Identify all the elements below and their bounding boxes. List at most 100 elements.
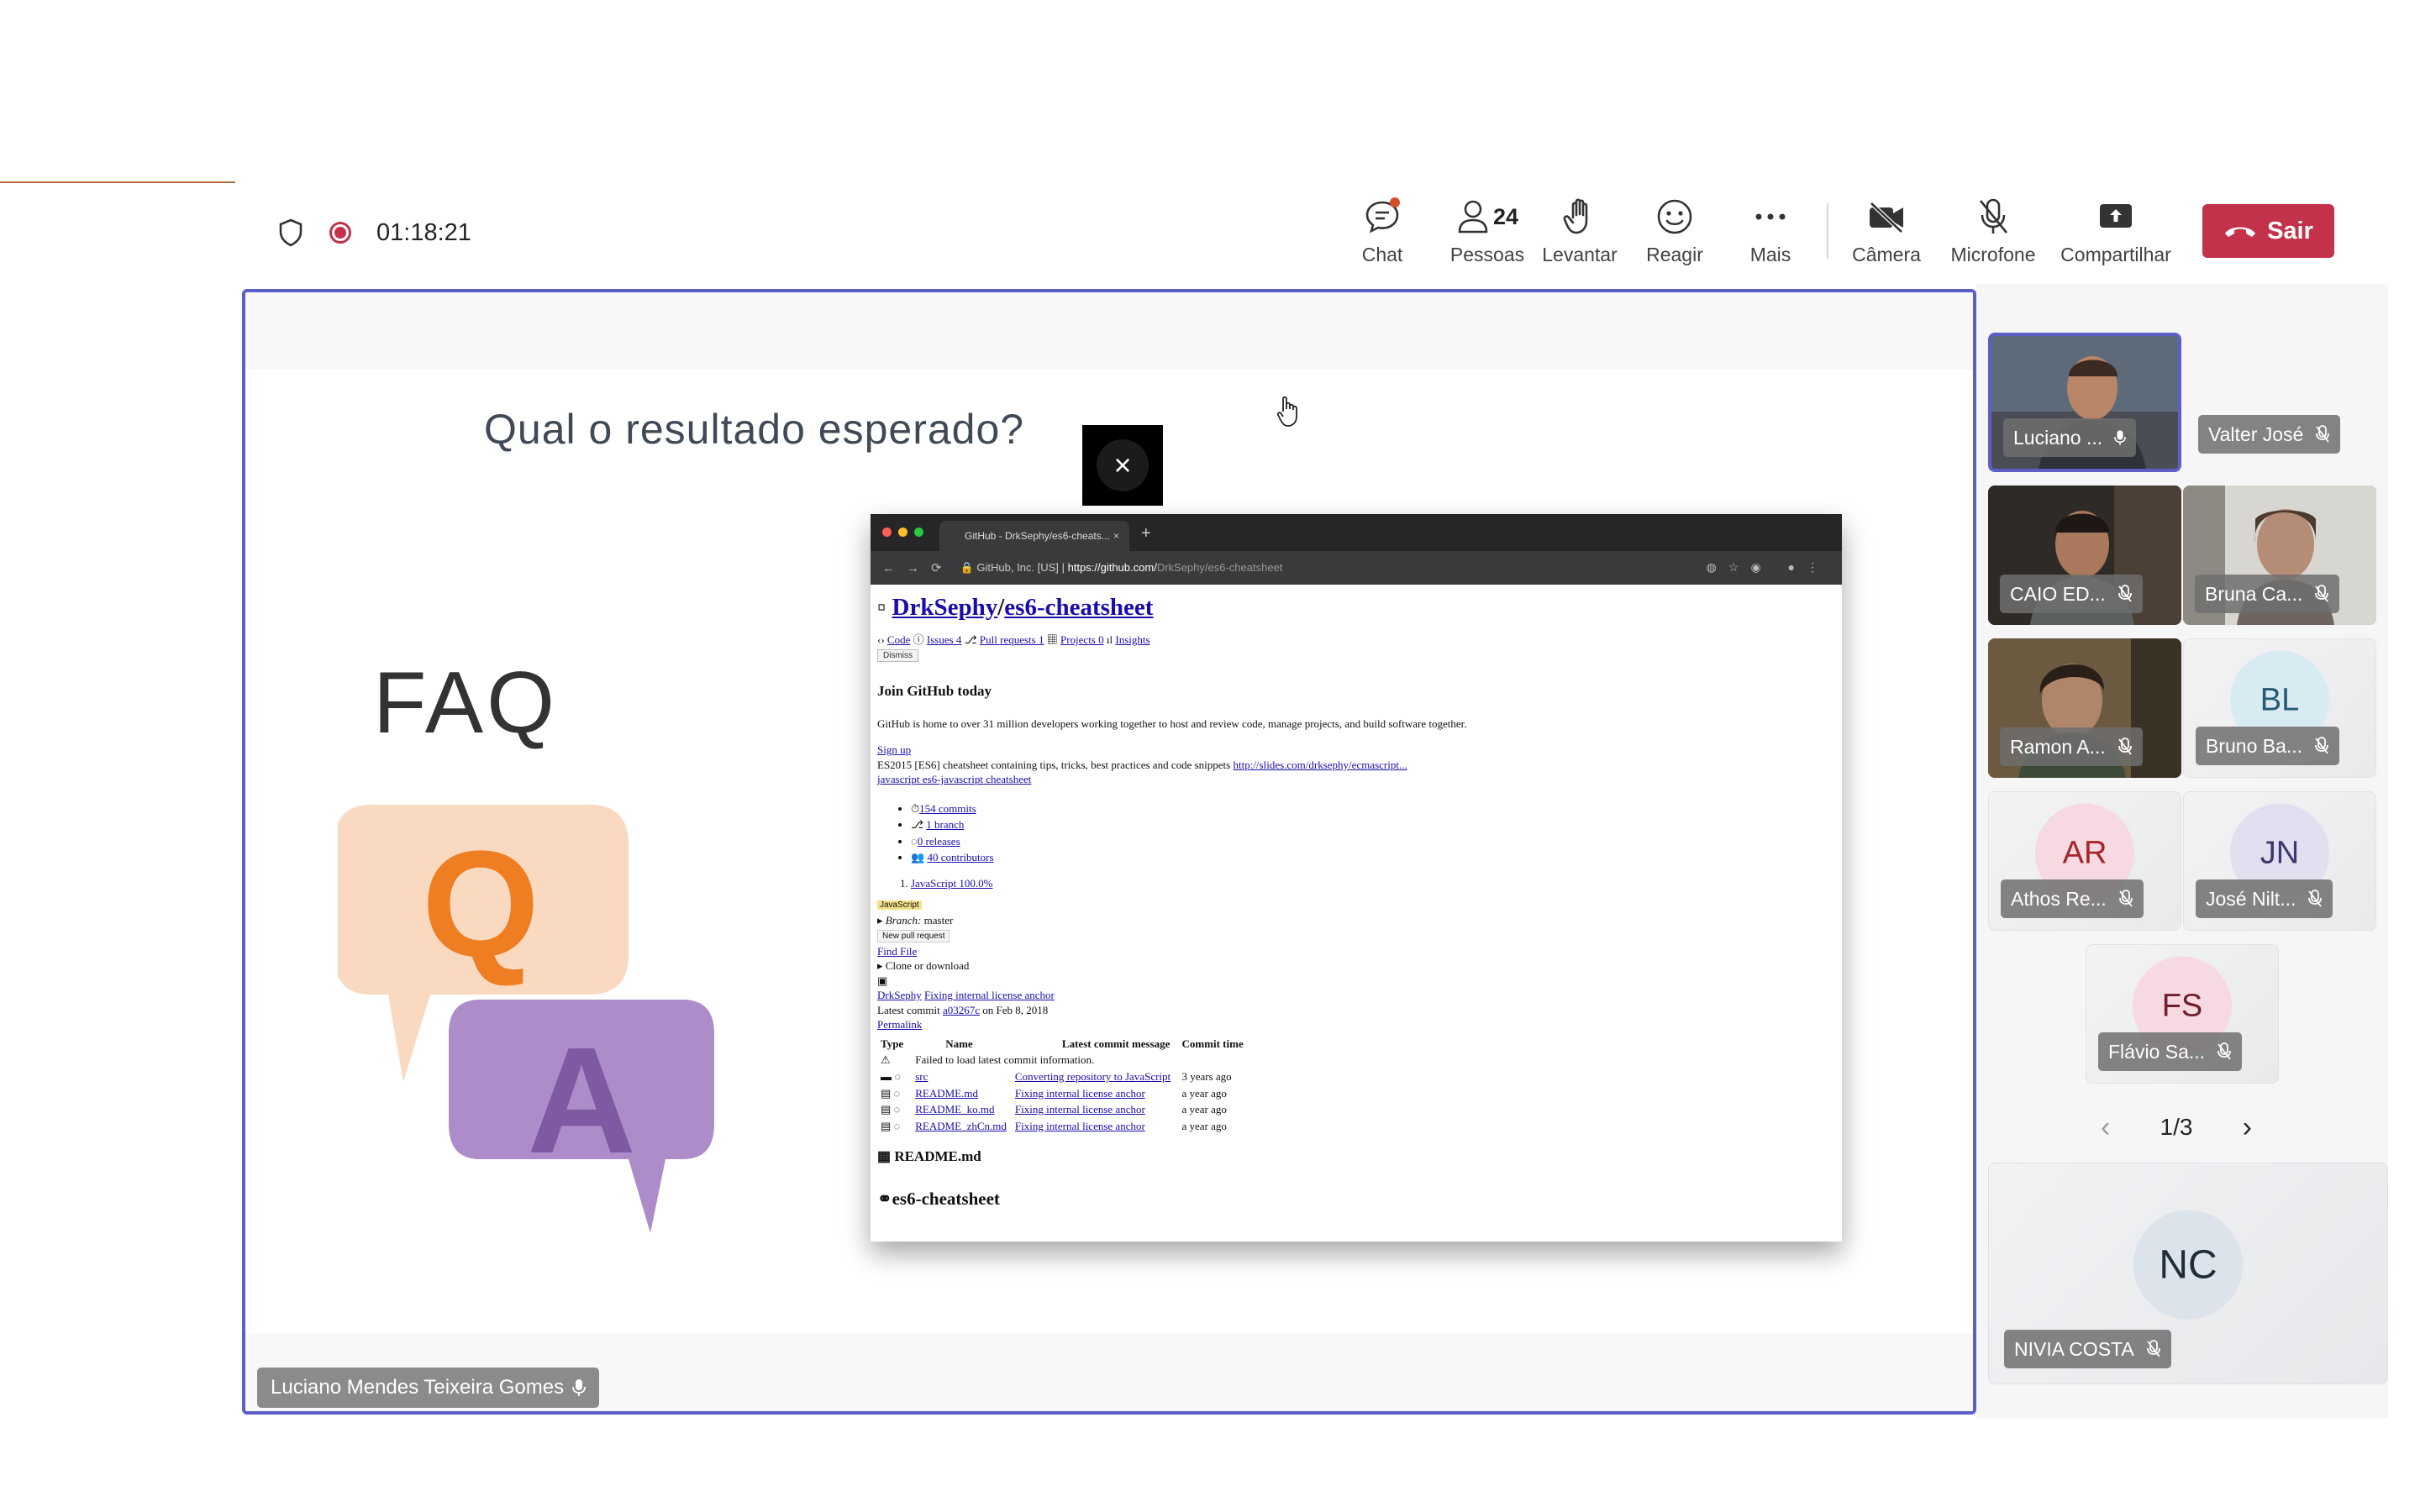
participant-name-tag: Athos Re... [2001, 879, 2144, 918]
people-icon-group: 24 [1456, 195, 1518, 239]
participant-name-tag: NIVIA COSTA [2004, 1330, 2171, 1368]
close-overlay-button[interactable]: × [1082, 425, 1163, 506]
react-label: Reagir [1646, 244, 1703, 265]
pager-next-icon[interactable]: › [2243, 1111, 2252, 1144]
mic-icon [2114, 430, 2127, 445]
branch-link: 1 branch [926, 818, 965, 832]
browser-screenshot: GitHub - DrkSephy/es6-cheats... × + ←→⟳ … [871, 514, 1842, 1242]
microphone-button[interactable]: Microfone [1934, 195, 2052, 270]
featured-avatar: NC [2133, 1210, 2243, 1320]
slide-faq-heading: FAQ [373, 654, 559, 752]
url-host: https://github.com/ [1067, 561, 1157, 574]
shield-icon[interactable] [274, 216, 308, 249]
qa-bubbles-illustration: Q A [338, 805, 714, 1233]
pager-prev-icon[interactable]: ‹ [2101, 1111, 2110, 1144]
table-row: ▤ ◌ README_ko.md Fixing internal license a… [877, 1101, 1252, 1118]
hand-icon [1563, 195, 1597, 239]
leave-button[interactable]: Sair [2202, 204, 2334, 258]
share-button[interactable]: Compartilhar [2049, 195, 2183, 270]
participant-name-tag: Luciano ... [2003, 418, 2137, 457]
meeting-timer: 01:18:21 [376, 218, 471, 246]
more-dots-icon [1754, 195, 1787, 239]
url-prefix: GitHub, Inc. [US] [976, 561, 1059, 574]
commit-date: on Feb 8, 2018 [982, 1003, 1049, 1016]
mic-muted-icon [2146, 1340, 2160, 1357]
url-separator: | [1061, 561, 1065, 574]
file-message: Fixing internal license anchor [1014, 1086, 1145, 1100]
commit-author-link: DrkSephy [877, 989, 922, 1002]
participant-tile-jose[interactable]: JN José Nilt... [2183, 791, 2376, 931]
participant-tile-caio[interactable]: CAIO ED... [1988, 486, 2181, 625]
dismiss-button: Dismiss [877, 648, 918, 663]
participant-tile-valter[interactable]: Valter José [2183, 333, 2376, 472]
file-message: Fixing internal license anchor [1014, 1103, 1145, 1116]
participant-name-tag: José Nilt... [2196, 879, 2333, 918]
participant-pager: ‹ 1/3 › [2101, 1109, 2252, 1146]
slide-title: Qual o resultado esperado? [484, 406, 1025, 453]
participant-name-tag: Ramon A... [2000, 727, 2143, 766]
window-controls [882, 528, 923, 537]
repo-stats: ⏱154 commits ⎇ 1 branch ◌0 releases 👥 40… [877, 801, 1835, 866]
table-row: ▤ ◌ README.md Fixing internal license anch… [877, 1085, 1252, 1102]
mic-muted-icon [2308, 890, 2323, 907]
file-time: 3 years ago [1181, 1069, 1232, 1083]
chat-button[interactable]: Chat [1349, 195, 1416, 270]
mic-icon [572, 1379, 586, 1396]
participant-tile-ramon[interactable]: Ramon A... [1988, 638, 2181, 778]
stage-top-band [245, 292, 1973, 370]
participant-tile-bruna[interactable]: Bruna Ca... [2183, 486, 2376, 625]
emoji-icon [1656, 195, 1693, 239]
top-accent-line [0, 181, 235, 183]
participant-name: Ramon A... [2010, 735, 2106, 758]
more-button[interactable]: Mais [1724, 195, 1817, 270]
participant-tile-bruno[interactable]: BL Bruno Ba... [2183, 638, 2376, 778]
mic-muted-icon [2315, 585, 2329, 602]
file-name: README.md [915, 1086, 978, 1100]
join-heading: Join GitHub today [877, 682, 992, 699]
file-name: README_zhCn.md [915, 1119, 1007, 1132]
participant-name-tag: CAIO ED... [2000, 575, 2143, 613]
share-screen-icon [2098, 195, 2133, 239]
presenter-name-tag: Luciano Mendes Teixeira Gomes [257, 1368, 600, 1408]
leave-label: Sair [2267, 217, 2313, 244]
people-button[interactable]: 24 Pessoas [1441, 195, 1534, 270]
col-time: Commit time [1181, 1037, 1244, 1050]
col-type: Type [881, 1037, 904, 1050]
participant-tile-flavio[interactable]: FS Flávio Sa... [2086, 944, 2279, 1084]
participant-name: Flávio Sa... [2108, 1040, 2206, 1063]
featured-participant-tile[interactable]: NC NIVIA COSTA [1988, 1163, 2388, 1384]
repo-description: ES2015 [ES6] cheatsheet containing tips,… [877, 758, 1231, 771]
col-message: Latest commit message [1061, 1037, 1171, 1050]
raise-hand-button[interactable]: Levantar [1534, 195, 1626, 270]
repo-topics: javascript es6-javascript cheatsheet [877, 773, 1032, 786]
repo-tab-code: Code [886, 633, 911, 647]
camera-button[interactable]: Câmera [1840, 195, 1933, 270]
participant-name: José Nilt... [2206, 887, 2296, 910]
contributors-link: 40 contributors [927, 851, 994, 864]
participant-name: Bruno Ba... [2206, 734, 2303, 757]
col-name: Name [945, 1037, 973, 1050]
new-pr-button: New pull request [877, 929, 950, 943]
chat-label: Chat [1361, 244, 1403, 265]
participant-name: Bruna Ca... [2205, 582, 2303, 605]
avatar-placeholder: ▣ [877, 974, 888, 987]
language-link: JavaScript 100.0% [911, 876, 993, 890]
participant-tile-luciano[interactable]: Luciano ... [1988, 333, 2181, 472]
react-button[interactable]: Reagir [1628, 195, 1721, 270]
browser-extension-icons: ◍☆◉ ●⋮ [1706, 560, 1830, 574]
clone-label: Clone or download [885, 959, 970, 973]
browser-address-bar: ←→⟳ 🔒 GitHub, Inc. [US] | https://github… [871, 551, 1842, 585]
repo-tab-issues: Issues 4 [926, 633, 962, 647]
participant-tile-athos[interactable]: AR Athos Re... [1988, 791, 2181, 931]
file-message: Converting repository to JavaScript [1014, 1069, 1171, 1083]
readme-heading: ▦ README.md [877, 1148, 981, 1165]
repo-owner-link: DrkSephy [892, 594, 998, 621]
file-table: Type Name Latest commit message Commit t… [877, 1036, 1252, 1134]
close-dot-icon [882, 528, 892, 537]
meeting-status: 01:18:21 [244, 186, 471, 279]
repo-tabs: ‹› Code ⓘ Issues 4 ⎇ Pull requests 1 ▦ P… [877, 633, 1150, 647]
language-list: JavaScript 100.0% [877, 876, 1835, 891]
github-page: ▫ DrkSephy/es6-cheatsheet ‹› Code ⓘ Issu… [871, 585, 1842, 1215]
browser-tab-title: GitHub - DrkSephy/es6-cheats... [965, 530, 1110, 542]
pager-label: 1/3 [2160, 1114, 2193, 1140]
